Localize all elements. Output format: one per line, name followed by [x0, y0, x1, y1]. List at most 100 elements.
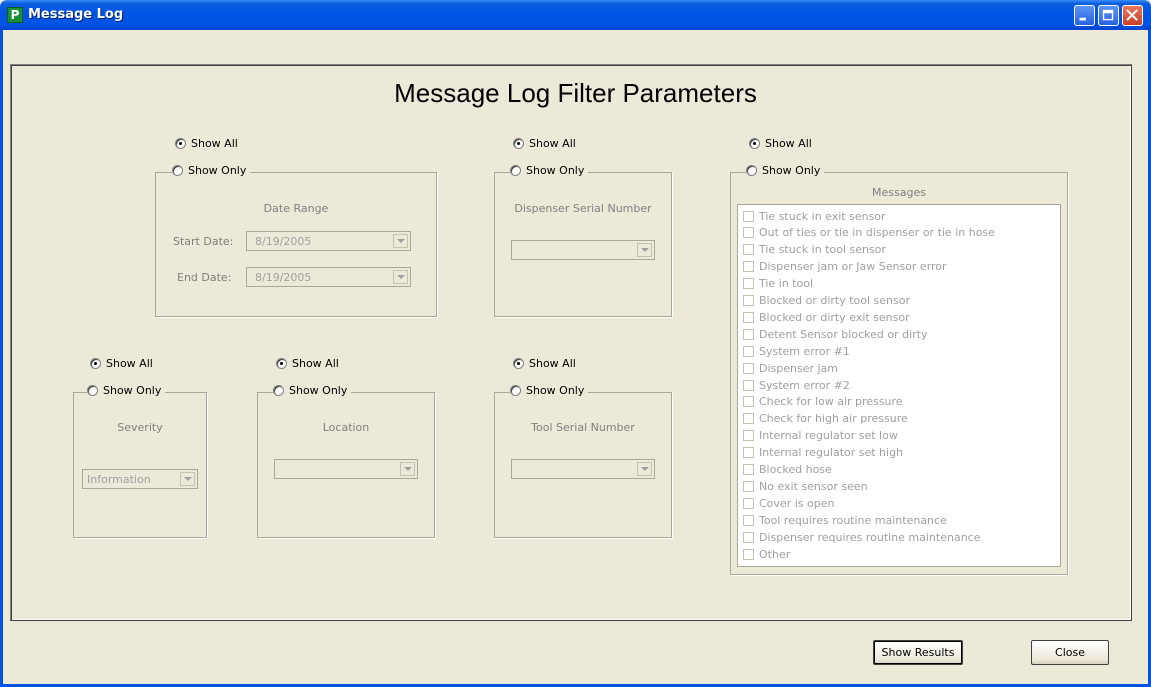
close-button[interactable]: Close — [1031, 640, 1109, 665]
tool-serial-select[interactable] — [511, 459, 655, 479]
tool-show-all-label: Show All — [529, 357, 576, 370]
message-checkbox-item[interactable]: No exit sensor seen — [743, 478, 868, 494]
checkbox-icon[interactable] — [743, 396, 754, 408]
message-checkbox-item[interactable]: Out of ties or tie in dispenser or tie i… — [743, 225, 995, 241]
checkbox-icon[interactable] — [743, 548, 754, 560]
date-show-only-radio[interactable]: Show Only — [172, 164, 251, 177]
maximize-button[interactable] — [1098, 5, 1119, 26]
location-show-all-label: Show All — [292, 357, 339, 370]
messages-show-all-radio[interactable]: Show All — [749, 137, 816, 150]
severity-show-all-radio[interactable]: Show All — [90, 357, 157, 370]
chevron-down-icon[interactable] — [637, 462, 652, 476]
message-checkbox-item[interactable]: Cover is open — [743, 495, 834, 511]
location-show-all-radio[interactable]: Show All — [276, 357, 343, 370]
dispenser-serial-select[interactable] — [511, 240, 655, 260]
chevron-down-icon[interactable] — [393, 234, 408, 248]
checkbox-icon[interactable] — [743, 379, 754, 391]
checkbox-icon[interactable] — [743, 210, 754, 222]
app-icon[interactable]: P — [7, 7, 23, 23]
close-icon — [1126, 9, 1138, 21]
messages-show-only-radio[interactable]: Show Only — [746, 164, 825, 177]
message-checkbox-item[interactable]: Tool requires routine maintenance — [743, 512, 947, 528]
checkbox-icon[interactable] — [743, 531, 754, 543]
messages-show-all-label: Show All — [765, 137, 812, 150]
messages-checklist[interactable]: Tie stuck in exit sensor Out of ties or t… — [737, 204, 1061, 567]
title-bar[interactable]: P Message Log — [0, 0, 1151, 30]
minimize-button[interactable] — [1074, 5, 1095, 26]
severity-show-only-radio[interactable]: Show Only — [87, 384, 166, 397]
severity-select[interactable]: Information — [82, 469, 198, 489]
checkbox-icon[interactable] — [743, 227, 754, 239]
checkbox-icon[interactable] — [743, 362, 754, 374]
location-select[interactable] — [274, 459, 418, 479]
message-checkbox-item[interactable]: Internal regulator set high — [743, 445, 903, 461]
start-date-picker[interactable]: 8/19/2005 — [246, 231, 411, 251]
dispenser-show-only-radio[interactable]: Show Only — [510, 164, 589, 177]
radio-unselected-icon — [510, 165, 521, 176]
severity-legend: Severity — [117, 421, 163, 434]
checkbox-icon[interactable] — [743, 311, 754, 323]
messages-legend: Messages — [872, 186, 926, 199]
chevron-down-icon[interactable] — [637, 243, 652, 257]
severity-show-all-label: Show All — [106, 357, 153, 370]
message-checkbox-label: System error #2 — [759, 378, 850, 392]
message-checkbox-item[interactable]: Blocked or dirty exit sensor — [743, 309, 910, 325]
location-show-only-radio[interactable]: Show Only — [273, 384, 352, 397]
message-checkbox-item[interactable]: Dispenser requires routine maintenance — [743, 529, 980, 545]
message-checkbox-item[interactable]: Check for low air pressure — [743, 394, 903, 410]
checkbox-icon[interactable] — [743, 244, 754, 256]
message-checkbox-item[interactable]: System error #1 — [743, 343, 850, 359]
message-checkbox-item[interactable]: Blocked or dirty tool sensor — [743, 293, 910, 309]
chevron-down-icon[interactable] — [393, 270, 408, 284]
checkbox-icon[interactable] — [743, 514, 754, 526]
checkbox-icon[interactable] — [743, 497, 754, 509]
message-checkbox-item[interactable]: Tie in tool — [743, 276, 813, 292]
message-checkbox-item[interactable]: Tie stuck in tool sensor — [743, 242, 886, 258]
message-checkbox-item[interactable]: Internal regulator set low — [743, 428, 898, 444]
page-title: Message Log Filter Parameters — [394, 78, 757, 108]
checkbox-icon[interactable] — [743, 328, 754, 340]
checkbox-icon[interactable] — [743, 447, 754, 459]
message-checkbox-item[interactable]: Dispenser jam — [743, 360, 838, 376]
radio-unselected-icon — [746, 165, 757, 176]
checkbox-icon[interactable] — [743, 464, 754, 475]
checkbox-icon[interactable] — [743, 345, 754, 357]
message-checkbox-item[interactable]: System error #2 — [743, 377, 850, 393]
end-date-picker[interactable]: 8/19/2005 — [246, 267, 411, 287]
chevron-down-icon[interactable] — [400, 462, 415, 476]
message-checkbox-label: Blocked or dirty exit sensor — [759, 310, 910, 324]
message-checkbox-label: Check for high air pressure — [759, 412, 908, 426]
tool-legend: Tool Serial Number — [531, 421, 635, 434]
radio-unselected-icon — [273, 385, 284, 396]
message-checkbox-item[interactable]: Check for high air pressure — [743, 411, 908, 427]
radio-selected-icon — [276, 358, 287, 369]
message-checkbox-item[interactable]: Other — [743, 546, 790, 562]
message-checkbox-label: Tie stuck in tool sensor — [759, 243, 886, 257]
messages-show-only-label: Show Only — [762, 164, 821, 177]
dispenser-show-all-radio[interactable]: Show All — [513, 137, 580, 150]
message-checkbox-item[interactable]: Detent Sensor blocked or dirty — [743, 326, 927, 342]
checkbox-icon[interactable] — [743, 480, 754, 492]
tool-show-only-radio[interactable]: Show Only — [510, 384, 589, 397]
checkbox-icon[interactable] — [743, 295, 754, 306]
checkbox-icon[interactable] — [743, 261, 754, 273]
message-checkbox-label: Internal regulator set high — [759, 446, 904, 460]
checkbox-icon[interactable] — [743, 430, 754, 442]
message-checkbox-item[interactable]: Tie stuck in exit sensor — [743, 208, 886, 224]
date-range-legend: Date Range — [263, 202, 329, 215]
chevron-down-icon[interactable] — [180, 472, 195, 486]
message-checkbox-label: Blocked or dirty tool sensor — [759, 294, 911, 307]
show-results-button[interactable]: Show Results — [873, 640, 963, 665]
checkbox-icon[interactable] — [743, 413, 754, 425]
date-show-only-label: Show Only — [188, 164, 247, 177]
checkbox-icon[interactable] — [743, 278, 754, 290]
minimize-icon — [1079, 17, 1086, 21]
date-show-all-radio[interactable]: Show All — [175, 137, 242, 150]
message-checkbox-label: System error #1 — [759, 344, 850, 358]
message-checkbox-item[interactable]: Dispenser jam or Jaw Sensor error — [743, 259, 947, 275]
message-checkbox-item[interactable]: Blocked hose — [743, 462, 832, 478]
message-checkbox-label: Internal regulator set low — [759, 429, 898, 443]
severity-show-only-label: Show Only — [103, 384, 162, 397]
tool-show-all-radio[interactable]: Show All — [513, 357, 580, 370]
close-window-button[interactable] — [1122, 5, 1143, 26]
